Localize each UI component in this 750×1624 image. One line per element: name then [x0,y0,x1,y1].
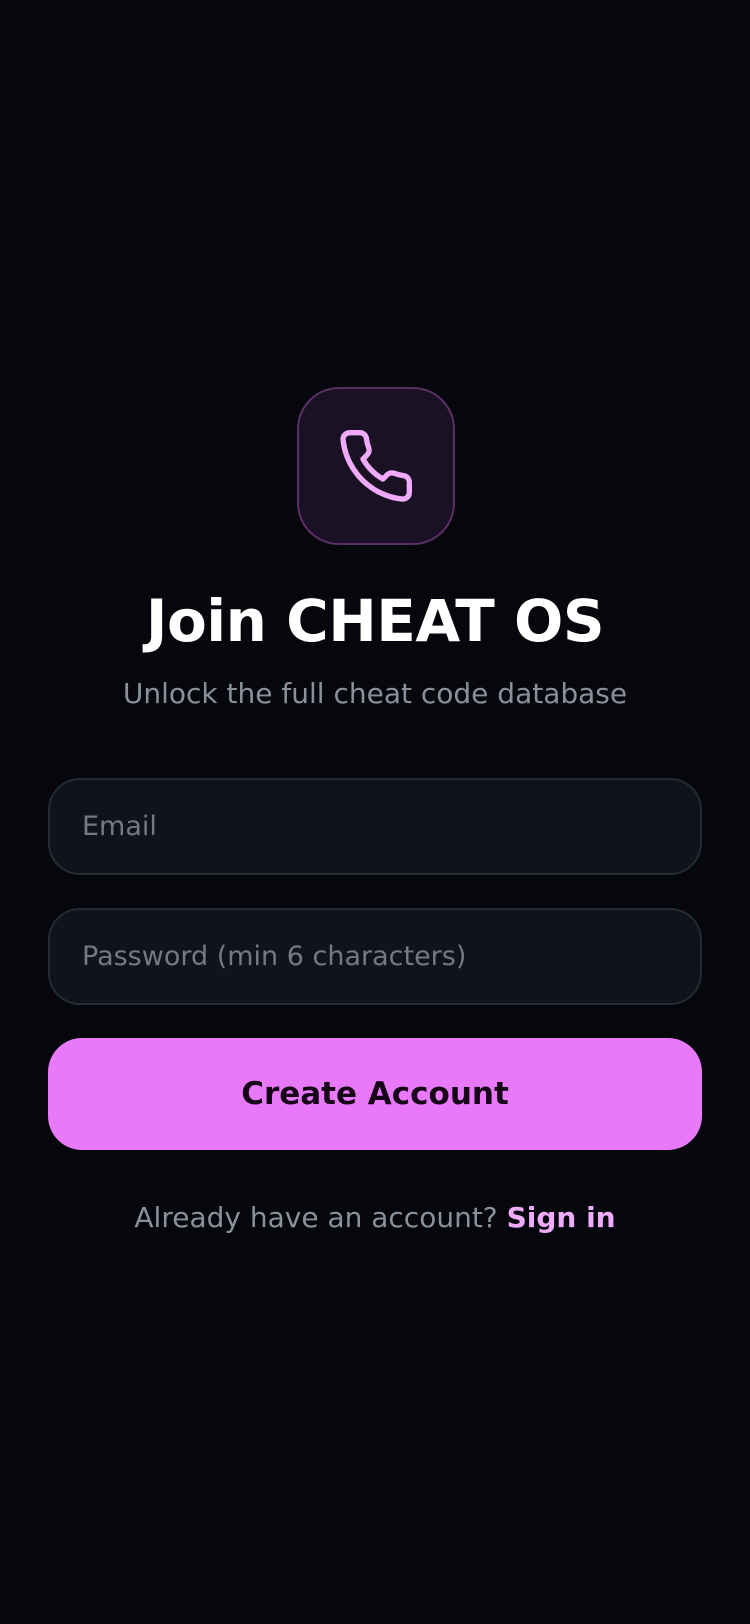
signin-prompt-row: Already have an account? Sign in [0,1199,750,1237]
signup-screen: Join CHEAT OS Unlock the full cheat code… [0,0,750,1624]
create-account-button[interactable]: Create Account [48,1038,702,1150]
password-field[interactable] [48,908,702,1005]
email-field[interactable] [48,778,702,875]
page-title: Join CHEAT OS [145,587,605,655]
signin-prompt-text: Already have an account? [134,1201,507,1234]
app-icon-tile [297,387,455,545]
phone-icon [340,430,413,502]
sign-in-link[interactable]: Sign in [507,1201,616,1234]
page-subtitle: Unlock the full cheat code database [122,677,628,710]
